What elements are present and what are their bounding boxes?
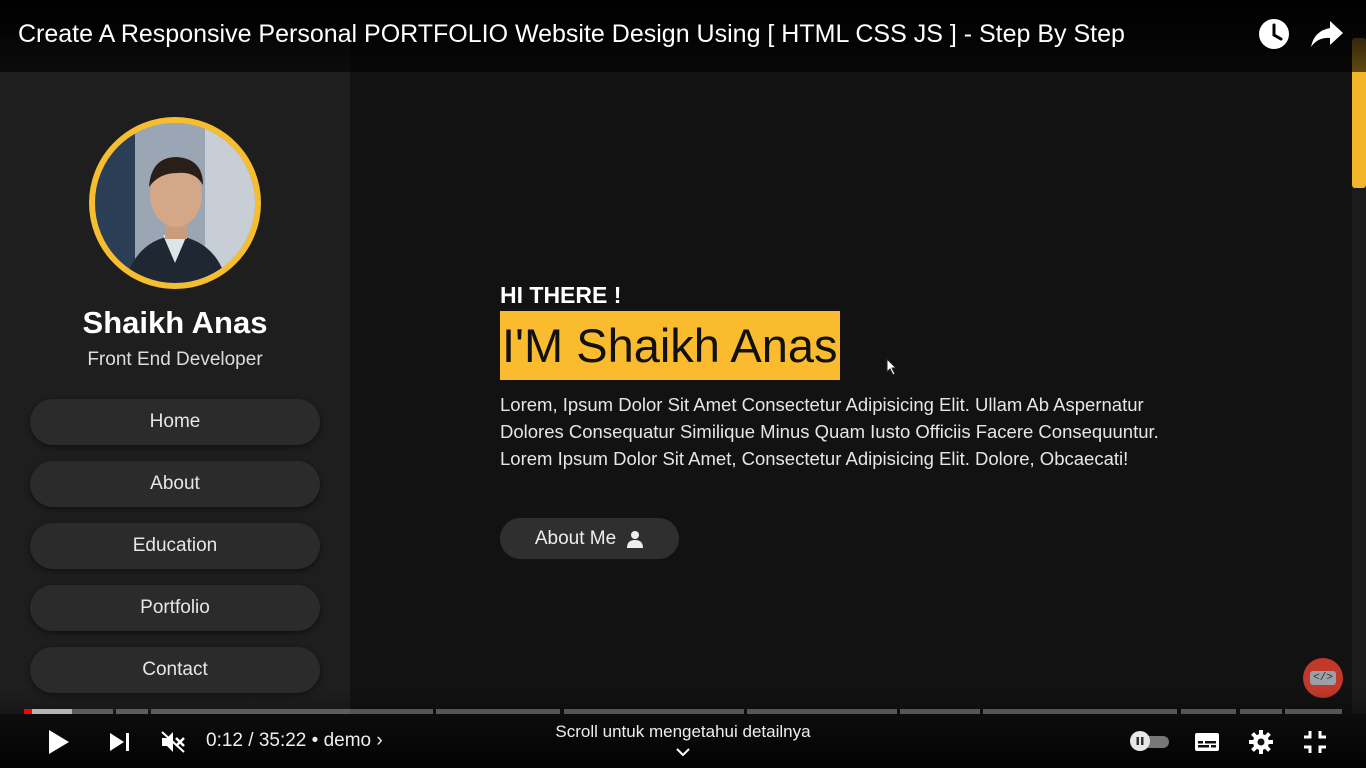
code-icon: </> [1310, 671, 1336, 685]
chapter-segment[interactable] [1181, 709, 1236, 714]
chapter-segment[interactable] [747, 709, 897, 714]
played-indicator [24, 709, 32, 714]
video-top-bar: Create A Responsive Personal PORTFOLIO W… [0, 0, 1366, 72]
share-icon [1311, 21, 1343, 47]
portfolio-sidebar: Shaikh Anas Front End Developer Home Abo… [0, 34, 350, 714]
about-me-button[interactable]: About Me [500, 518, 679, 559]
nav-about-button[interactable]: About [30, 461, 320, 507]
chapter-segment[interactable] [151, 709, 433, 714]
profile-name: Shaikh Anas [82, 305, 268, 340]
nav-education-button[interactable]: Education [30, 523, 320, 569]
avatar-image [95, 123, 255, 283]
hero-headline: I'M Shaikh Anas [500, 311, 840, 380]
exit-fullscreen-button[interactable] [1297, 724, 1333, 760]
chevron-down-icon[interactable] [675, 745, 691, 759]
exit-fullscreen-icon [1304, 731, 1326, 753]
chapter-segment[interactable] [564, 709, 744, 714]
hero-intro: Lorem, Ipsum Dolor Sit Amet Consectetur … [500, 394, 1159, 469]
nav-portfolio-button[interactable]: Portfolio [30, 585, 320, 631]
subtitles-icon [1195, 733, 1219, 751]
video-title[interactable]: Create A Responsive Personal PORTFOLIO W… [18, 20, 1125, 49]
nav-home-button[interactable]: Home [30, 399, 320, 445]
share-button[interactable] [1309, 16, 1345, 52]
nav-contact-button[interactable]: Contact [30, 647, 320, 693]
buffered-indicator [32, 709, 72, 714]
hero-greeting: HI THERE ! [500, 282, 622, 308]
user-icon [627, 530, 644, 548]
chapter-segment[interactable] [1240, 709, 1282, 714]
chapter-segment[interactable] [116, 709, 148, 714]
settings-button[interactable] [1243, 724, 1279, 760]
autoplay-toggle[interactable] [1129, 731, 1171, 751]
profile-role: Front End Developer [87, 349, 263, 370]
watch-later-button[interactable] [1256, 16, 1292, 52]
chapter-segment[interactable] [1285, 709, 1342, 714]
subtitles-button[interactable] [1189, 724, 1225, 760]
about-me-label: About Me [534, 527, 617, 549]
watch-later-icon [1259, 19, 1289, 49]
progress-bar[interactable] [24, 709, 1342, 714]
profile-avatar [89, 117, 261, 289]
video-frame[interactable]: Shaikh Anas Front End Developer Home Abo… [0, 0, 1366, 768]
settings-icon [1249, 730, 1273, 754]
chapter-segment[interactable] [983, 709, 1177, 714]
chapter-segment[interactable] [900, 709, 980, 714]
mouse-cursor-icon [886, 358, 898, 376]
chapter-segment[interactable] [436, 709, 560, 714]
